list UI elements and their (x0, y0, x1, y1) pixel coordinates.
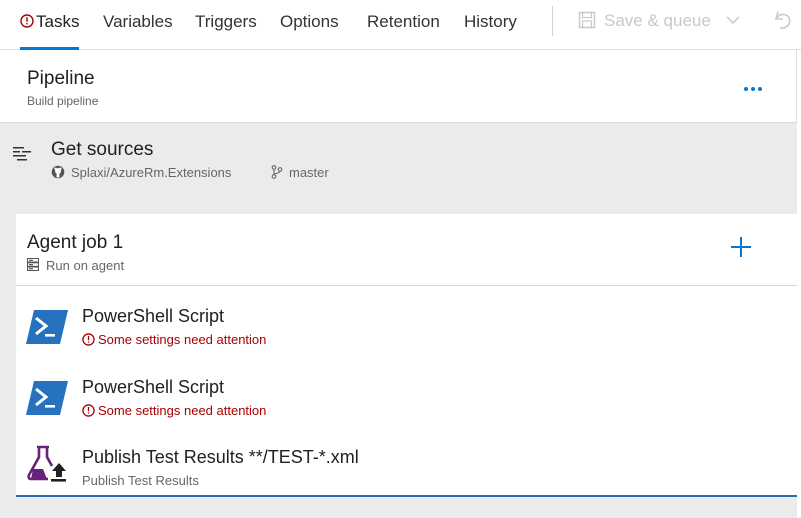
agent-job-title: Agent job 1 (27, 232, 124, 253)
toolbar-divider (552, 6, 553, 36)
task-title: PowerShell Script (82, 306, 225, 326)
tab-label: Triggers (195, 12, 257, 31)
tab-history[interactable]: History (464, 0, 517, 50)
publish-test-results-icon (27, 445, 66, 482)
pipeline-header[interactable]: Pipeline Build pipeline (0, 50, 797, 122)
get-sources-item[interactable]: Get sources Splaxi/AzureRm.Extensions ma… (0, 123, 797, 213)
save-icon (578, 11, 596, 29)
task-powershell-1[interactable]: PowerShell Script Some settings need att… (16, 290, 797, 356)
save-and-queue-button[interactable]: Save & queue (578, 8, 740, 34)
warning-icon (82, 404, 95, 417)
more-actions-button[interactable] (744, 78, 766, 91)
task-warning: Some settings need attention (82, 403, 266, 418)
undo-icon[interactable] (772, 8, 794, 34)
branch-name: master (289, 165, 329, 180)
task-powershell-2[interactable]: PowerShell Script Some settings need att… (16, 361, 797, 427)
agent-job-header[interactable]: Agent job 1 Run on agent (16, 214, 797, 286)
agent-job-subtitle-text: Run on agent (46, 258, 125, 273)
task-subtitle: Publish Test Results (82, 473, 199, 488)
agent-job-subtitle: Run on agent (27, 258, 124, 273)
branch: master (271, 165, 329, 180)
tab-label: History (464, 12, 517, 31)
more-icon-dot (751, 87, 755, 91)
repository: Splaxi/AzureRm.Extensions (51, 165, 231, 180)
tab-triggers[interactable]: Triggers (195, 0, 257, 50)
tab-tasks[interactable]: Tasks (20, 0, 80, 50)
more-icon-dot (758, 87, 762, 91)
repository-name: Splaxi/AzureRm.Extensions (71, 165, 232, 180)
pipeline-subtitle: Build pipeline (27, 94, 99, 108)
save-and-queue-label: Save & queue (604, 11, 711, 30)
task-warning: Some settings need attention (82, 332, 266, 347)
pipeline-title: Pipeline (27, 68, 95, 89)
get-sources-title: Get sources (51, 139, 154, 160)
powershell-icon (26, 381, 68, 415)
tab-options[interactable]: Options (280, 0, 339, 50)
tab-label: Options (280, 12, 339, 31)
powershell-icon (26, 310, 68, 344)
tab-label: Variables (103, 12, 173, 31)
branch-icon (271, 165, 283, 179)
more-icon (744, 87, 748, 91)
github-icon (51, 165, 65, 179)
task-title: Publish Test Results **/TEST-*.xml (82, 447, 359, 467)
get-sources-icon (13, 147, 31, 161)
pipeline-content: Get sources Splaxi/AzureRm.Extensions ma… (0, 122, 797, 518)
add-task-icon[interactable] (730, 236, 752, 258)
warning-icon (82, 333, 95, 346)
task-title: PowerShell Script (82, 377, 225, 397)
tab-label: Tasks (36, 12, 80, 31)
warning-icon (20, 14, 34, 28)
agent-job-panel: Agent job 1 Run on agent PowerShell Scri… (16, 214, 797, 497)
tab-retention[interactable]: Retention (367, 0, 440, 50)
task-warning-text: Some settings need attention (98, 403, 267, 418)
tab-variables[interactable]: Variables (103, 0, 173, 50)
task-warning-text: Some settings need attention (98, 332, 267, 347)
server-icon (27, 258, 39, 271)
top-tab-bar: Tasks Variables Triggers Options Retenti… (0, 0, 801, 50)
chevron-down-icon (726, 16, 740, 25)
task-publish-test-results[interactable]: Publish Test Results **/TEST-*.xml Publi… (16, 431, 797, 497)
tab-label: Retention (367, 12, 440, 31)
